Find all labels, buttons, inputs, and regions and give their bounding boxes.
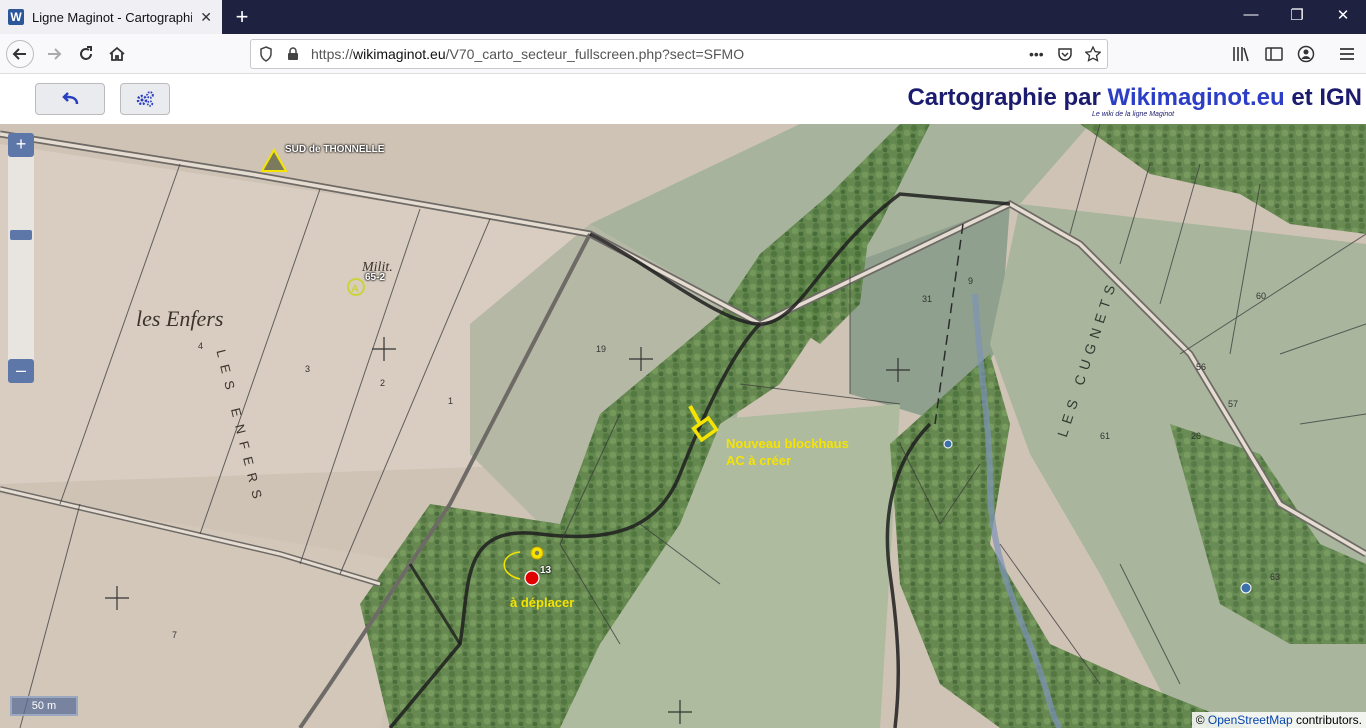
home-icon (109, 46, 125, 61)
svg-text:57: 57 (1228, 399, 1238, 409)
svg-text:7: 7 (172, 630, 177, 640)
svg-text:9: 9 (968, 276, 973, 286)
svg-text:19: 19 (596, 344, 606, 354)
page-actions-icon[interactable]: ••• (1029, 46, 1044, 62)
annotation-new-blockhaus: Nouveau blockhaus AC à créer (726, 436, 849, 468)
app-header: Cartographie par Wikimaginot.eu et IGN L… (0, 74, 1366, 124)
svg-text:2: 2 (380, 378, 385, 388)
browser-tab[interactable]: W Ligne Maginot - Cartographie c ✕ (0, 0, 222, 34)
tab-close-icon[interactable]: ✕ (200, 9, 212, 26)
svg-text:31: 31 (922, 294, 932, 304)
svg-text:60: 60 (1256, 291, 1266, 301)
new-tab-icon[interactable]: + (230, 4, 254, 30)
ouvrage-a-letter: A (351, 283, 359, 295)
water-point-marker[interactable] (943, 439, 953, 449)
tab-title: Ligne Maginot - Cartographie c (32, 9, 192, 25)
reload-button[interactable] (72, 40, 100, 68)
forward-button[interactable] (40, 40, 68, 68)
svg-text:4: 4 (198, 341, 203, 351)
sidebar-icon[interactable] (1265, 46, 1283, 62)
zoom-control: + – (8, 133, 34, 383)
home-button[interactable] (103, 40, 131, 68)
word-icon: W (8, 9, 24, 25)
map-canvas[interactable]: 4 3 2 1 19 31 9 60 56 57 26 61 7 63 A (0, 124, 1366, 728)
scale-bar: 50 m (10, 696, 78, 716)
svg-text:56: 56 (1196, 362, 1206, 372)
gears-icon (136, 91, 154, 107)
pocket-icon[interactable] (1057, 46, 1073, 62)
svg-text:61: 61 (1100, 431, 1110, 441)
browser-title-bar: W Ligne Maginot - Cartographie c ✕ + — ❐… (0, 0, 1366, 34)
brand-tagline: Le wiki de la ligne Maginot (1092, 111, 1175, 118)
arrow-right-icon (48, 48, 62, 60)
zoom-out-button[interactable]: – (8, 359, 34, 383)
wikimaginot-logo: Wikimaginot.eu (1107, 84, 1285, 111)
account-icon[interactable] (1297, 45, 1315, 63)
restore-icon[interactable]: ❐ (1282, 6, 1312, 24)
svg-text:1: 1 (448, 396, 453, 406)
svg-text:3: 3 (305, 364, 310, 374)
svg-text:26: 26 (1191, 431, 1201, 441)
undo-arrow-icon (62, 92, 79, 105)
url-text[interactable]: https://wikimaginot.eu/V70_carto_secteur… (311, 46, 744, 62)
zoom-slider-handle[interactable] (10, 230, 32, 240)
annotation-a-deplacer: à déplacer (510, 595, 575, 610)
shield-icon[interactable] (259, 46, 273, 62)
navigation-bar: https://wikimaginot.eu/V70_carto_secteur… (0, 34, 1366, 74)
bookmark-star-icon[interactable] (1085, 46, 1101, 62)
marker-label-65-2: 65-2 (365, 272, 386, 283)
hamburger-menu-icon[interactable] (1338, 46, 1356, 62)
brand-title: Cartographie par Wikimaginot.eu et IGN (907, 84, 1362, 111)
close-window-icon[interactable]: ✕ (1328, 6, 1358, 24)
water-point-marker[interactable] (1240, 582, 1252, 594)
back-button[interactable] (6, 40, 34, 68)
map-attribution: © OpenStreetMap contributors. (1191, 712, 1366, 728)
ouvrage-13-center (534, 550, 540, 556)
arrow-left-icon (12, 48, 26, 60)
svg-text:63: 63 (1270, 572, 1280, 582)
settings-button[interactable] (120, 83, 170, 115)
back-to-site-button[interactable] (35, 83, 105, 115)
map-view[interactable]: 4321 19 31 9 60 56 57 26 61 7 63 A les Enfers L… (0, 124, 1366, 728)
library-icon[interactable] (1232, 46, 1250, 62)
minimize-icon[interactable]: — (1236, 6, 1266, 23)
zoom-in-button[interactable]: + (8, 133, 34, 157)
current-position-marker[interactable] (524, 570, 540, 586)
place-label-les-enfers: les Enfers (136, 306, 224, 331)
marker-label-sud-thonnelle: SUD de THONNELLE (285, 144, 385, 155)
lock-icon[interactable] (287, 47, 299, 61)
openstreetmap-link[interactable]: OpenStreetMap (1208, 713, 1293, 727)
reload-icon (80, 46, 92, 60)
marker-label-13: 13 (540, 565, 552, 576)
address-bar[interactable]: https://wikimaginot.eu/V70_carto_secteur… (250, 39, 1108, 69)
